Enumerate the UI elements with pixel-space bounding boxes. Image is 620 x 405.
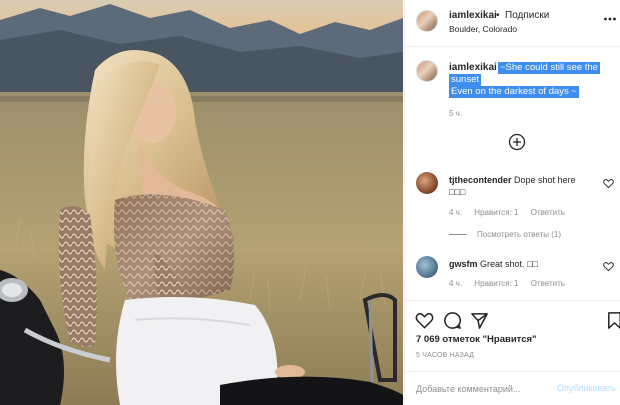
comment-username[interactable]: gwsfm: [449, 259, 478, 269]
caption-avatar[interactable]: [416, 60, 438, 82]
comment-emoji: □□: [527, 259, 538, 269]
heart-icon[interactable]: [415, 311, 434, 330]
more-dots-icon[interactable]: [603, 12, 617, 26]
following-button[interactable]: Подписки: [505, 10, 549, 21]
comment-input[interactable]: [416, 381, 546, 397]
reply-button[interactable]: Ответить: [531, 279, 565, 288]
view-replies-label: Посмотреть ответы (1): [477, 230, 562, 239]
comment-time: 4 ч.: [449, 208, 463, 217]
comment-meta: 4 ч. Нравится: 1 Ответить: [449, 279, 575, 288]
post-actions: 7 069 отметок "Нравится" 5 ЧАСОВ НАЗАД О…: [405, 300, 620, 405]
publish-button[interactable]: Опубликовать: [557, 383, 616, 393]
comment-like-heart-icon[interactable]: [603, 261, 614, 272]
caption-line-3: Even on the darkest of days ~: [449, 86, 579, 98]
add-comment-bar: Опубликовать: [405, 371, 620, 405]
plus-circle-icon[interactable]: [508, 133, 526, 151]
caption-line-1: ~She could still see the: [498, 62, 600, 74]
paper-plane-icon[interactable]: [470, 311, 489, 330]
replies-divider: [449, 234, 467, 236]
post-location[interactable]: Boulder, Colorado: [449, 24, 517, 34]
comment-text: tjthecontender Dope shot here □□□: [449, 174, 599, 198]
caption-time: 5 ч.: [449, 109, 463, 118]
comment-likes[interactable]: Нравится: 1: [474, 279, 518, 288]
comment-bubble-icon[interactable]: [443, 311, 462, 330]
likes-count[interactable]: 7 069 отметок "Нравится": [416, 334, 537, 345]
caption-username[interactable]: iamlexikai: [449, 62, 497, 73]
comment-body: Great shot.: [480, 259, 525, 269]
comment-body: Dope shot here: [514, 175, 576, 185]
author-avatar[interactable]: [416, 10, 438, 32]
comment-text: gwsfm Great shot. □□: [449, 258, 599, 270]
caption-line-2: sunset: [449, 74, 481, 86]
separator-dot: •: [496, 10, 500, 21]
view-replies-button[interactable]: Посмотреть ответы (1): [449, 230, 561, 239]
comment-avatar[interactable]: [416, 172, 438, 194]
comment-emoji: □□□: [449, 187, 466, 197]
post-photo[interactable]: [0, 0, 403, 405]
comment-time: 4 ч.: [449, 279, 463, 288]
comment-meta: 4 ч. Нравится: 1 Ответить: [449, 208, 575, 217]
post-timestamp: 5 ЧАСОВ НАЗАД: [416, 352, 475, 359]
author-username[interactable]: iamlexikai: [449, 10, 497, 21]
post-sidebar: iamlexikai • Подписки Boulder, Colorado …: [404, 0, 620, 405]
reply-button[interactable]: Ответить: [531, 208, 565, 217]
comment-avatar[interactable]: [416, 256, 438, 278]
comment-like-heart-icon[interactable]: [603, 178, 614, 189]
comment-username[interactable]: tjthecontender: [449, 175, 512, 185]
post-image: [0, 0, 403, 405]
bookmark-icon[interactable]: [605, 311, 620, 330]
comment-likes[interactable]: Нравится: 1: [474, 208, 518, 217]
post-header: iamlexikai • Подписки Boulder, Colorado: [405, 0, 620, 47]
